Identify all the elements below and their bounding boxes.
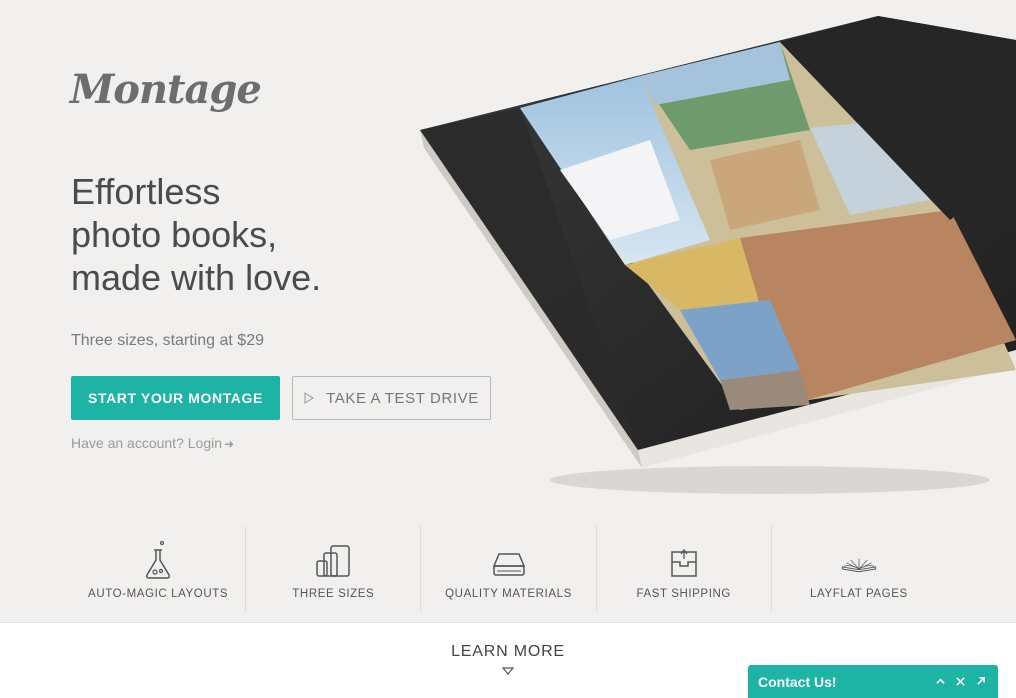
open-book-icon bbox=[841, 558, 877, 573]
learn-more-button[interactable]: LEARN MORE bbox=[420, 643, 596, 675]
montage-logo[interactable]: Montage bbox=[70, 66, 262, 113]
learn-more-label: LEARN MORE bbox=[451, 643, 565, 660]
login-prompt-text: Have an account? bbox=[71, 435, 184, 451]
contact-us-widget[interactable]: Contact Us! bbox=[748, 665, 998, 698]
feature-label: LAYFLAT PAGES bbox=[810, 588, 908, 600]
feature-label: FAST SHIPPING bbox=[636, 588, 731, 600]
login-link[interactable]: Login ➜ bbox=[188, 435, 234, 451]
login-link-label: Login bbox=[187, 435, 223, 451]
popout-icon[interactable] bbox=[972, 674, 988, 690]
headline-line-1: Effortless bbox=[71, 171, 221, 212]
chevron-down-icon bbox=[502, 667, 514, 675]
features-row: AUTO-MAGIC LAYOUTS THREE SIZES QUALITY M… bbox=[71, 526, 946, 612]
feature-label: QUALITY MATERIALS bbox=[445, 588, 572, 600]
minimize-icon[interactable] bbox=[932, 674, 948, 690]
photo-book-image bbox=[420, 16, 1016, 494]
feature-three-sizes[interactable]: THREE SIZES bbox=[246, 526, 422, 612]
headline-line-3: made with love. bbox=[71, 257, 322, 298]
login-prompt: Have an account? Login ➜ bbox=[71, 435, 234, 451]
book-sizes-icon bbox=[316, 545, 351, 577]
hero-section: Montage Effortless photo books, made wit… bbox=[0, 0, 1016, 622]
book-stack-icon bbox=[492, 553, 525, 576]
close-icon[interactable] bbox=[952, 674, 968, 690]
flask-icon bbox=[146, 540, 171, 579]
hero-headline: Effortless photo books, made with love. bbox=[71, 170, 431, 299]
feature-fast-shipping[interactable]: FAST SHIPPING bbox=[597, 526, 772, 612]
play-icon bbox=[304, 392, 315, 404]
start-your-montage-button[interactable]: START YOUR MONTAGE bbox=[71, 376, 280, 420]
feature-quality-materials[interactable]: QUALITY MATERIALS bbox=[421, 526, 597, 612]
headline-line-2: photo books, bbox=[71, 214, 278, 255]
feature-auto-magic-layouts[interactable]: AUTO-MAGIC LAYOUTS bbox=[71, 526, 247, 612]
pricing-subline: Three sizes, starting at $29 bbox=[71, 332, 264, 349]
feature-layflat-pages[interactable]: LAYFLAT PAGES bbox=[772, 526, 946, 612]
feature-label: THREE SIZES bbox=[292, 588, 375, 600]
feature-label: AUTO-MAGIC LAYOUTS bbox=[88, 588, 229, 600]
contact-us-title: Contact Us! bbox=[758, 673, 837, 690]
arrow-right-icon: ➜ bbox=[224, 437, 235, 451]
shipping-box-icon bbox=[670, 548, 697, 577]
